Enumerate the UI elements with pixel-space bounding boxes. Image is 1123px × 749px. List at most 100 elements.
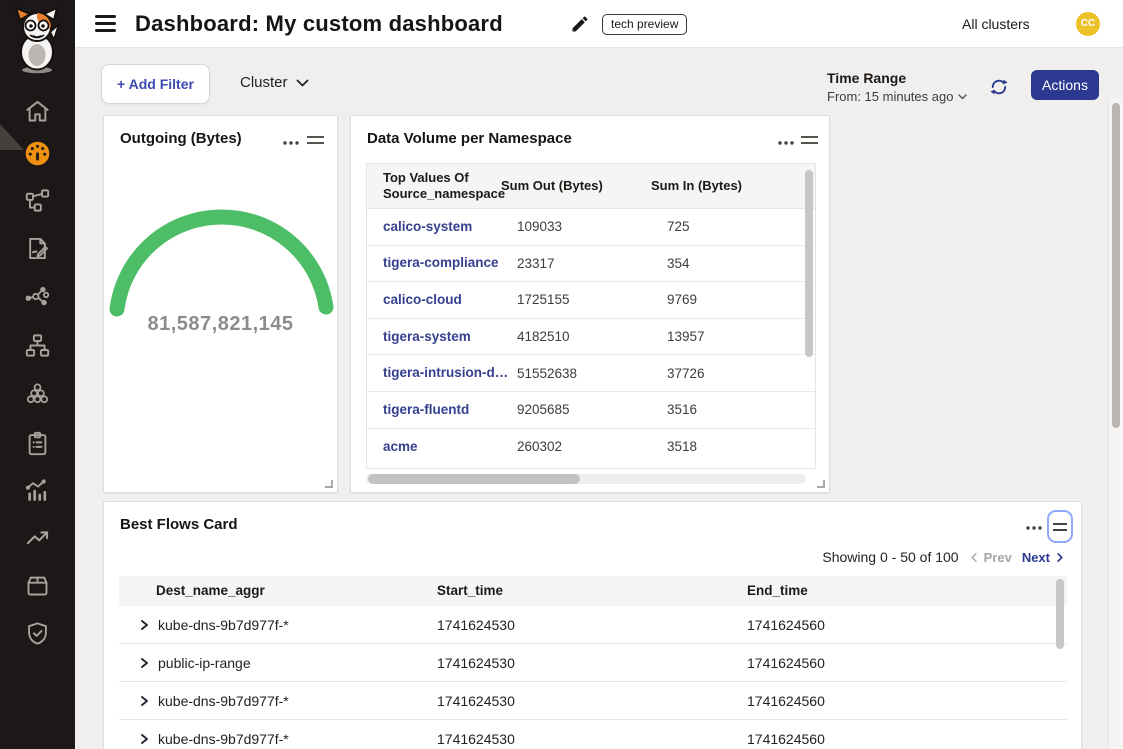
sidebar-item-networks[interactable] [24,332,51,359]
sidebar-item-security[interactable] [24,620,51,647]
all-clusters-selector[interactable]: All clusters [962,0,1030,48]
sum-out-value: 51552638 [517,366,667,381]
calico-logo[interactable] [10,6,64,74]
card-drag-handle-focused[interactable] [1047,510,1073,543]
next-label: Next [1022,550,1050,565]
column-header-end: End_time [747,576,808,606]
card-menu-icon[interactable] [282,140,300,146]
chevron-left-icon [969,552,980,563]
edit-pencil-icon[interactable] [570,14,590,34]
tech-preview-badge: tech preview [602,14,687,35]
sidebar-item-service-graph[interactable] [24,187,51,214]
namespace-link[interactable]: tigera-fluentd [383,402,469,417]
namespace-link[interactable]: acme [383,439,418,454]
best-flows-card: Best Flows Card Showing 0 - 50 of 100 Pr… [103,501,1082,749]
expand-row-icon[interactable] [137,694,151,708]
table-horizontal-scrollbar-track [366,474,806,484]
sidebar [0,0,75,749]
sidebar-item-workloads[interactable] [24,572,51,599]
outgoing-bytes-card: Outgoing (Bytes) 81,587,821,145 [103,115,338,493]
chevron-down-icon [958,94,967,100]
column-header-sum-out: Sum Out (Bytes) [501,178,651,194]
time-range-control: Time Range From: 15 minutes ago [827,70,967,104]
namespace-link[interactable]: tigera-system [383,329,471,344]
card-menu-icon[interactable] [1025,525,1043,531]
stats-chart-icon [24,477,51,504]
page-scrollbar[interactable] [1112,103,1120,428]
start-time-value: 1741624530 [437,682,515,720]
actions-button[interactable]: Actions [1031,70,1099,100]
card-title: Data Volume per Namespace [367,130,572,147]
calico-cat-icon [10,6,64,74]
prev-page-button[interactable]: Prev [969,550,1012,565]
end-time-value: 1741624560 [747,720,825,749]
next-page-button[interactable]: Next [1022,550,1065,565]
sidebar-item-dashboards-active[interactable] [24,140,51,167]
dest-value: kube-dns-9b7d977f-* [158,682,289,720]
table-row: kube-dns-9b7d977f-* 1741624530 174162456… [119,720,1067,749]
table-row: tigera-intrusion-d… 51552638 37726 [367,355,815,392]
sum-out-value: 1725155 [517,292,667,307]
card-drag-handle[interactable] [307,136,324,148]
end-time-value: 1741624560 [747,606,825,644]
sum-out-value: 23317 [517,256,667,271]
table-row: calico-cloud 1725155 9769 [367,282,815,319]
cluster-dropdown[interactable]: Cluster [240,74,309,91]
table-vertical-scrollbar[interactable] [1056,579,1064,649]
refresh-icon [988,76,1010,98]
hamburger-menu-icon[interactable] [95,15,116,32]
dest-value: public-ip-range [158,644,251,682]
gauge-chart [104,181,339,326]
expand-row-icon[interactable] [137,732,151,746]
sum-in-value: 37726 [667,366,807,381]
end-time-value: 1741624560 [747,682,825,720]
namespace-link[interactable]: tigera-intrusion-d… [383,365,508,380]
page-title: Dashboard: My custom dashboard [135,0,503,48]
clipboard-icon [24,430,51,457]
start-time-value: 1741624530 [437,644,515,682]
graph-nodes-icon [24,283,51,310]
card-resize-handle[interactable] [325,480,333,488]
sidebar-item-threat-feeds[interactable] [24,283,51,310]
dashboard-gauge-icon [24,140,51,167]
sidebar-item-trends[interactable] [24,524,51,551]
table-row: tigera-compliance 23317 354 [367,246,815,283]
expand-row-icon[interactable] [137,618,151,632]
sidebar-item-compliance[interactable] [24,430,51,457]
namespace-link[interactable]: tigera-compliance [383,255,499,270]
dest-value: kube-dns-9b7d977f-* [158,720,289,749]
sitemap-icon [24,332,51,359]
time-range-value[interactable]: From: 15 minutes ago [827,89,967,104]
sum-out-value: 260302 [517,439,667,454]
table-row: calico-system 109033 725 [367,209,815,246]
shield-check-icon [24,620,51,647]
chevron-right-icon [1054,552,1065,563]
expand-row-icon[interactable] [137,656,151,670]
card-menu-icon[interactable] [777,140,795,146]
sidebar-item-home[interactable] [24,98,51,125]
table-vertical-scrollbar[interactable] [805,170,813,357]
start-time-value: 1741624530 [437,606,515,644]
sidebar-item-statistics[interactable] [24,477,51,504]
card-drag-handle[interactable] [801,136,818,148]
refresh-button[interactable] [988,76,1010,98]
sidebar-item-clusters[interactable] [24,380,51,407]
namespace-link[interactable]: calico-system [383,219,472,234]
namespace-link[interactable]: calico-cloud [383,292,462,307]
table-row: kube-dns-9b7d977f-* 1741624530 174162456… [119,682,1067,720]
gauge-value: 81,587,821,145 [104,313,337,336]
add-filter-button[interactable]: + Add Filter [101,64,210,104]
namespace-table: Top Values Of Source_namespace Sum Out (… [366,163,816,469]
sidebar-item-reports[interactable] [24,235,51,262]
table-horizontal-scrollbar[interactable] [368,474,580,484]
card-resize-handle[interactable] [817,480,825,488]
time-range-label: Time Range [827,70,967,86]
table-row: kube-dns-9b7d977f-* 1741624530 174162456… [119,606,1067,644]
cluster-dropdown-label: Cluster [240,74,288,91]
card-title: Outgoing (Bytes) [120,130,242,147]
sum-in-value: 725 [667,219,807,234]
table-row: acme 260302 3518 [367,429,815,466]
end-time-value: 1741624560 [747,644,825,682]
user-avatar[interactable]: CC [1076,12,1100,36]
report-edit-icon [24,235,51,262]
